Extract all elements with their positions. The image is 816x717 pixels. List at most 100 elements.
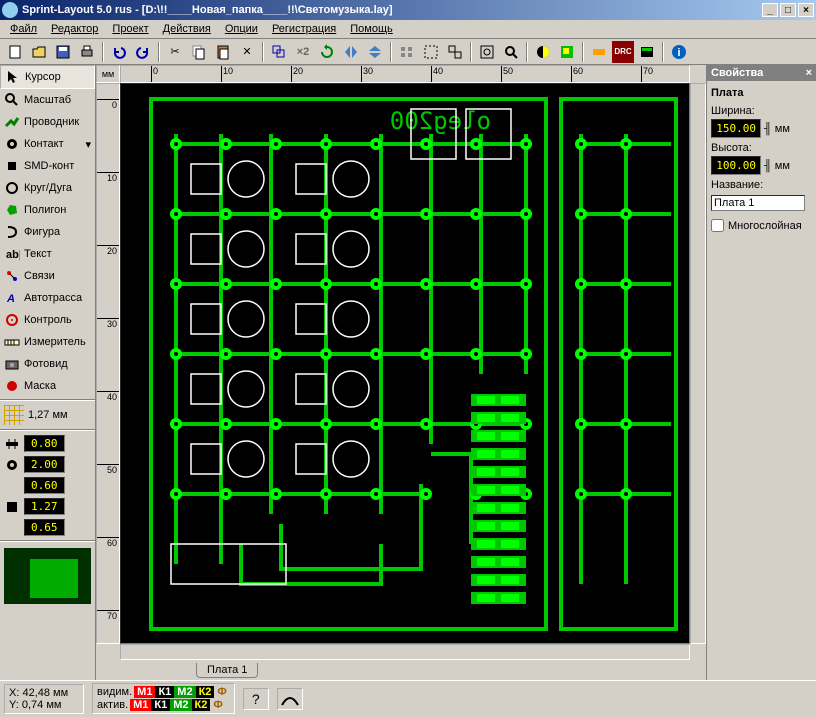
tool-check[interactable]: Контроль: [0, 309, 95, 331]
tool-label: Автотрасса: [24, 292, 82, 304]
tool-label: Полигон: [24, 204, 66, 216]
tool-photo[interactable]: Фотовид: [0, 353, 95, 375]
poly-icon: [4, 202, 20, 218]
tool-cursor[interactable]: Курсор: [0, 65, 95, 89]
menu-Редактор[interactable]: Редактор: [45, 21, 104, 37]
mirror-v-button[interactable]: [364, 41, 386, 63]
menu-Помощь[interactable]: Помощь: [344, 21, 399, 37]
tool-poly[interactable]: Полигон: [0, 199, 95, 221]
vertical-ruler: 010203040506070: [96, 83, 120, 644]
spinner-icon[interactable]: ╢: [764, 160, 772, 172]
menu-Опции[interactable]: Опции: [219, 21, 264, 37]
height-field[interactable]: 100.00: [711, 156, 761, 175]
maximize-button[interactable]: □: [780, 3, 796, 17]
close-button[interactable]: ×: [798, 3, 814, 17]
unit-label: мм: [775, 160, 790, 172]
drc-button[interactable]: DRC: [612, 41, 634, 63]
contrast-button[interactable]: [532, 41, 554, 63]
name-field[interactable]: [711, 195, 805, 211]
param-sz2[interactable]: 0.65: [0, 517, 95, 538]
menu-Регистрация[interactable]: Регистрация: [266, 21, 342, 37]
board-preview[interactable]: [4, 548, 91, 604]
tw-icon: [4, 436, 20, 452]
tool-label: Контроль: [24, 314, 72, 326]
ungroup-button[interactable]: [444, 41, 466, 63]
delete-button[interactable]: ✕: [236, 41, 258, 63]
pd-icon: [4, 457, 20, 473]
text-icon: ab|: [4, 246, 20, 262]
cut-button[interactable]: ✂: [164, 41, 186, 63]
shape-icon: [4, 224, 20, 240]
tool-text[interactable]: ab|Текст: [0, 243, 95, 265]
param-pd[interactable]: 2.00: [0, 454, 95, 475]
zoom-fit-button[interactable]: [476, 41, 498, 63]
open-button[interactable]: [28, 41, 50, 63]
group-button[interactable]: [420, 41, 442, 63]
param-sz1[interactable]: 1.27: [0, 496, 95, 517]
window-title: Sprint-Layout 5.0 rus - [D:\!!____Новая_…: [22, 4, 760, 16]
tool-smd[interactable]: SMD-конт: [0, 155, 95, 177]
cursor-icon: [5, 69, 21, 85]
copy-button[interactable]: [188, 41, 210, 63]
paste-button[interactable]: [212, 41, 234, 63]
param-tw[interactable]: 0.80: [0, 433, 95, 454]
rotate-button[interactable]: [316, 41, 338, 63]
save-button[interactable]: [52, 41, 74, 63]
tool-measure[interactable]: Измеритель: [0, 331, 95, 353]
horizontal-scrollbar[interactable]: [120, 644, 690, 660]
smd-icon: [4, 158, 20, 174]
statusbar: X: 42,48 мм Y: 0,74 мм видим.М1К1М2К2Ф а…: [0, 680, 816, 716]
duplicate-button[interactable]: [268, 41, 290, 63]
param-dr[interactable]: 0.60: [0, 475, 95, 496]
layer-indicator[interactable]: видим.М1К1М2К2Ф актив.М1К1М2К2Ф: [92, 683, 235, 714]
tool-mask[interactable]: Маска: [0, 375, 95, 397]
mode-icon[interactable]: [277, 688, 303, 710]
tool-label: Фигура: [24, 226, 60, 238]
menu-Файл[interactable]: Файл: [4, 21, 43, 37]
width-label: Ширина:: [707, 101, 816, 119]
menu-Действия[interactable]: Действия: [157, 21, 217, 37]
param-value: 0.65: [24, 519, 65, 536]
minimize-button[interactable]: _: [762, 3, 778, 17]
mirror-h-button[interactable]: [340, 41, 362, 63]
tool-label: Фотовид: [24, 358, 68, 370]
info-button[interactable]: i: [668, 41, 690, 63]
undo-button[interactable]: [108, 41, 130, 63]
layers-button[interactable]: [556, 41, 578, 63]
name-label: Название:: [707, 175, 816, 193]
tool-auto[interactable]: A Автотрасса: [0, 287, 95, 309]
print-button[interactable]: [76, 41, 98, 63]
properties-close-icon[interactable]: ×: [806, 67, 812, 79]
tool-link[interactable]: Связи: [0, 265, 95, 287]
auto-icon: A: [4, 290, 20, 306]
zoom-tool-button[interactable]: [500, 41, 522, 63]
help-button[interactable]: ?: [243, 688, 269, 710]
tool-arc[interactable]: Круг/Дуга: [0, 177, 95, 199]
library-button[interactable]: [636, 41, 658, 63]
tool-pad[interactable]: Контакт▾: [0, 133, 95, 155]
menu-Проект[interactable]: Проект: [106, 21, 154, 37]
redo-button[interactable]: [132, 41, 154, 63]
new-button[interactable]: [4, 41, 26, 63]
tool-zoom[interactable]: Масштаб: [0, 89, 95, 111]
vertical-scrollbar[interactable]: [690, 83, 706, 644]
track-icon: [4, 114, 20, 130]
tool-track[interactable]: Проводник: [0, 111, 95, 133]
tool-shape[interactable]: Фигура: [0, 221, 95, 243]
align-button[interactable]: [396, 41, 418, 63]
multilayer-checkbox[interactable]: [711, 219, 724, 232]
width-field[interactable]: 150.00: [711, 119, 761, 138]
arc-icon: [4, 180, 20, 196]
mask-icon: [4, 378, 20, 394]
board-tab[interactable]: Плата 1: [196, 663, 258, 678]
tool-label: Круг/Дуга: [24, 182, 72, 194]
x2-button[interactable]: ×2: [292, 41, 314, 63]
grid-icon: [4, 405, 24, 425]
spinner-icon[interactable]: ╢: [764, 123, 772, 135]
pcb-canvas[interactable]: oleg200: [120, 83, 690, 644]
menubar: ФайлРедакторПроектДействияОпцииРегистрац…: [0, 20, 816, 39]
component-button[interactable]: [588, 41, 610, 63]
multilayer-label: Многослойная: [728, 220, 802, 232]
svg-text:ab|: ab|: [6, 249, 20, 261]
grid-setting[interactable]: 1,27 мм: [0, 403, 95, 427]
